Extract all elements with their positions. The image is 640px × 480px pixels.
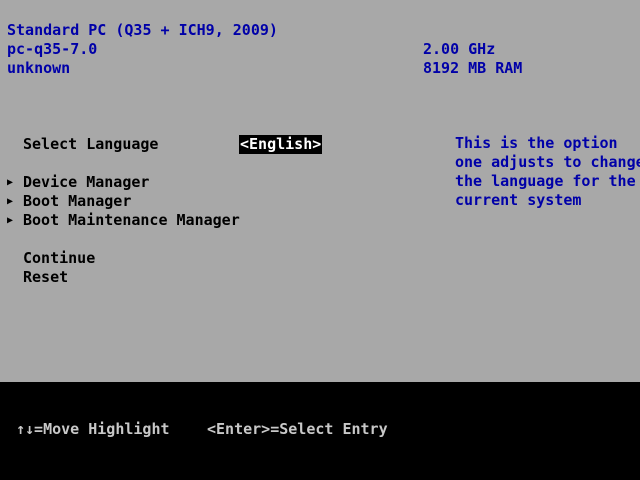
system-info-header: Standard PC (Q35 + ICH9, 2009) pc-q35-7.… — [0, 0, 640, 106]
select-entry-hint: <Enter>=Select Entry — [207, 420, 388, 438]
system-serial: unknown — [7, 59, 71, 77]
select-language-label: Select Language — [23, 135, 159, 153]
system-name: Standard PC (Q35 + ICH9, 2009) — [7, 21, 278, 39]
reset-item[interactable]: Reset — [23, 268, 68, 287]
boot-maintenance-manager-item[interactable]: Boot Maintenance Manager — [23, 211, 240, 230]
help-text-line: the language for the — [455, 172, 636, 190]
help-panel: This is the option one adjusts to change… — [455, 134, 640, 210]
help-text-line: This is the option — [455, 134, 618, 152]
submenu-arrow-icon: ▶ — [7, 196, 14, 207]
memory-size: 8192 MB RAM — [423, 59, 523, 77]
cpu-speed: 2.00 GHz — [423, 40, 496, 58]
help-text-line: current system — [455, 191, 582, 209]
move-highlight-hint: ↑↓=Move Highlight — [16, 420, 170, 438]
boot-manager-item[interactable]: Boot Manager — [23, 192, 131, 211]
submenu-arrow-icon: ▶ — [7, 215, 14, 226]
key-hints-footer: ↑↓=Move Highlight <Enter>=Select Entry — [0, 382, 640, 480]
language-selector[interactable]: <English> — [239, 135, 323, 154]
uefi-setup-screen: Standard PC (Q35 + ICH9, 2009) pc-q35-7.… — [0, 0, 640, 480]
machine-type: pc-q35-7.0 — [7, 40, 98, 58]
continue-item[interactable]: Continue — [23, 249, 95, 268]
device-manager-item[interactable]: Device Manager — [23, 173, 149, 192]
help-text-line: one adjusts to change — [455, 153, 640, 171]
submenu-arrow-icon: ▶ — [7, 177, 14, 188]
